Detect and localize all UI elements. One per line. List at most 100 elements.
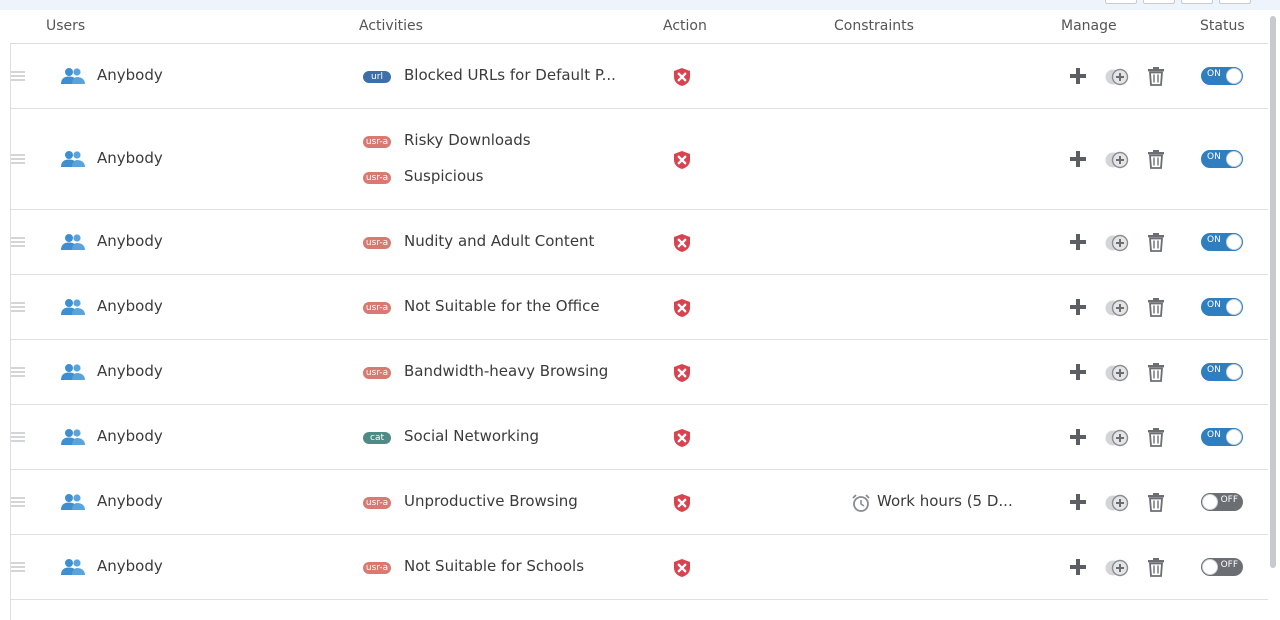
drag-handle-icon[interactable]	[11, 236, 25, 247]
column-header-constraints[interactable]: Constraints	[834, 18, 914, 34]
status-toggle[interactable]: OFF	[1201, 557, 1243, 576]
drag-handle-icon[interactable]	[11, 366, 25, 377]
user-name[interactable]: Anybody	[97, 427, 163, 445]
clone-icon[interactable]	[1104, 68, 1130, 86]
toolbar-button-1[interactable]	[1105, 0, 1137, 4]
plus-icon[interactable]	[1069, 493, 1087, 511]
activity-label[interactable]: Social Networking	[404, 427, 539, 445]
column-header-manage: Manage	[1061, 18, 1117, 34]
block-shield-icon[interactable]	[672, 558, 692, 578]
activity-label[interactable]: Not Suitable for Schools	[404, 557, 584, 575]
plus-icon[interactable]	[1069, 233, 1087, 251]
scrollbar-thumb[interactable]	[1270, 16, 1276, 568]
user-name[interactable]: Anybody	[97, 362, 163, 380]
table-row[interactable]: Anybody usr-a Nudity and Adult Content ON	[10, 210, 1268, 275]
clone-icon[interactable]	[1104, 559, 1130, 577]
block-shield-icon[interactable]	[672, 298, 692, 318]
column-header-activities[interactable]: Activities	[359, 18, 423, 34]
trash-icon[interactable]	[1147, 557, 1165, 577]
status-toggle-label: ON	[1207, 429, 1221, 440]
toggle-knob[interactable]	[1202, 558, 1218, 575]
clone-icon[interactable]	[1104, 364, 1130, 382]
activity-label[interactable]: Unproductive Browsing	[404, 492, 578, 510]
table-row[interactable]: Anybody usr-a Bandwidth-heavy Browsing ON	[10, 340, 1268, 405]
trash-icon[interactable]	[1147, 232, 1165, 252]
status-toggle[interactable]: ON	[1201, 427, 1243, 446]
table-row[interactable]: Anybody url Blocked URLs for Default P... O…	[10, 44, 1268, 109]
block-shield-icon[interactable]	[672, 363, 692, 383]
vertical-scrollbar[interactable]	[1268, 14, 1278, 608]
table-row[interactable]: Anybody cat Social Networking ON	[10, 405, 1268, 470]
activity-label[interactable]: Not Suitable for the Office	[404, 297, 600, 315]
status-toggle[interactable]: ON	[1201, 66, 1243, 85]
drag-handle-icon[interactable]	[11, 431, 25, 442]
activity-label[interactable]: Suspicious	[404, 167, 483, 185]
toggle-knob[interactable]	[1226, 298, 1242, 315]
toolbar-button-2[interactable]	[1143, 0, 1175, 4]
user-name[interactable]: Anybody	[97, 492, 163, 510]
user-name[interactable]: Anybody	[97, 66, 163, 84]
toggle-knob[interactable]	[1226, 150, 1242, 167]
status-toggle[interactable]: ON	[1201, 149, 1243, 168]
drag-handle-icon[interactable]	[11, 496, 25, 507]
block-shield-icon[interactable]	[672, 233, 692, 253]
table-header: Users Activities Action Constraints Mana…	[10, 12, 1268, 44]
user-name[interactable]: Anybody	[97, 557, 163, 575]
activity-label[interactable]: Blocked URLs for Default P...	[404, 66, 616, 84]
clone-icon[interactable]	[1104, 234, 1130, 252]
column-header-status[interactable]: Status	[1200, 18, 1245, 34]
status-toggle[interactable]: OFF	[1201, 492, 1243, 511]
plus-icon[interactable]	[1069, 428, 1087, 446]
table-row[interactable]: Anybody usr-a Not Suitable for the Office O…	[10, 275, 1268, 340]
trash-icon[interactable]	[1147, 362, 1165, 382]
toggle-knob[interactable]	[1226, 363, 1242, 380]
table-row[interactable]: Anybody usr-a Unproductive Browsing Work ho…	[10, 470, 1268, 535]
block-shield-icon[interactable]	[672, 67, 692, 87]
status-toggle[interactable]: ON	[1201, 297, 1243, 316]
toggle-knob[interactable]	[1226, 233, 1242, 250]
column-header-action[interactable]: Action	[663, 18, 707, 34]
toggle-knob[interactable]	[1226, 428, 1242, 445]
plus-icon[interactable]	[1069, 150, 1087, 168]
status-toggle-label: ON	[1207, 68, 1221, 79]
status-toggle-label: ON	[1207, 364, 1221, 375]
status-toggle[interactable]: ON	[1201, 232, 1243, 251]
status-toggle[interactable]: ON	[1201, 362, 1243, 381]
column-header-users[interactable]: Users	[46, 18, 85, 34]
block-shield-icon[interactable]	[672, 150, 692, 170]
block-shield-icon[interactable]	[672, 428, 692, 448]
trash-icon[interactable]	[1147, 66, 1165, 86]
constraint-label[interactable]: Work hours (5 D...	[877, 492, 1013, 510]
table-row[interactable]	[10, 600, 1268, 620]
table-row[interactable]: Anybody usr-a Not Suitable for Schools OFF	[10, 535, 1268, 600]
plus-icon[interactable]	[1069, 363, 1087, 381]
user-name[interactable]: Anybody	[97, 232, 163, 250]
toggle-knob[interactable]	[1202, 493, 1218, 510]
activity-label[interactable]: Nudity and Adult Content	[404, 232, 594, 250]
drag-handle-icon[interactable]	[11, 561, 25, 572]
trash-icon[interactable]	[1147, 149, 1165, 169]
clone-icon[interactable]	[1104, 151, 1130, 169]
plus-icon[interactable]	[1069, 558, 1087, 576]
plus-icon[interactable]	[1069, 67, 1087, 85]
clone-icon[interactable]	[1104, 494, 1130, 512]
trash-icon[interactable]	[1147, 427, 1165, 447]
activity-type-badge: usr-a	[363, 366, 391, 379]
user-name[interactable]: Anybody	[97, 149, 163, 167]
trash-icon[interactable]	[1147, 492, 1165, 512]
table-row[interactable]: Anybody usr-a Risky Downloads usr-a Suspicio…	[10, 109, 1268, 210]
activity-label[interactable]: Bandwidth-heavy Browsing	[404, 362, 608, 380]
drag-handle-icon[interactable]	[11, 70, 25, 81]
clone-icon[interactable]	[1104, 299, 1130, 317]
plus-icon[interactable]	[1069, 298, 1087, 316]
toolbar-button-4[interactable]	[1219, 0, 1251, 4]
activity-label[interactable]: Risky Downloads	[404, 131, 531, 149]
trash-icon[interactable]	[1147, 297, 1165, 317]
toolbar-button-3[interactable]	[1181, 0, 1213, 4]
user-name[interactable]: Anybody	[97, 297, 163, 315]
block-shield-icon[interactable]	[672, 493, 692, 513]
drag-handle-icon[interactable]	[11, 153, 25, 164]
toggle-knob[interactable]	[1226, 67, 1242, 84]
clone-icon[interactable]	[1104, 429, 1130, 447]
drag-handle-icon[interactable]	[11, 301, 25, 312]
